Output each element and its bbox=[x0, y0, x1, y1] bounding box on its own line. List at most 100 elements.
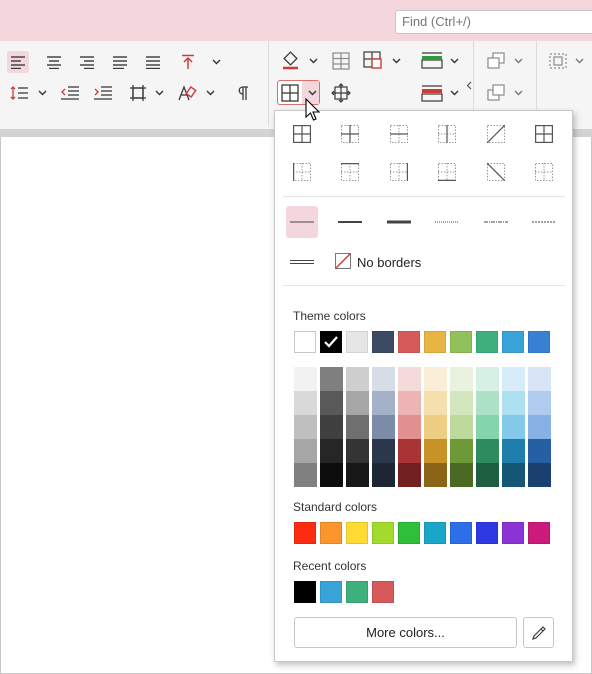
theme-shade-swatch[interactable] bbox=[424, 463, 447, 487]
theme-shade-swatch[interactable] bbox=[372, 439, 395, 463]
theme-shade-swatch[interactable] bbox=[476, 367, 499, 391]
chevron-down-icon[interactable] bbox=[211, 51, 221, 73]
text-direction-up-icon[interactable] bbox=[177, 51, 199, 73]
theme-shade-swatch[interactable] bbox=[528, 439, 551, 463]
chevron-down-icon[interactable] bbox=[574, 50, 584, 72]
theme-color-swatch[interactable] bbox=[398, 331, 420, 353]
line-style-medium[interactable] bbox=[334, 206, 366, 238]
chevron-down-icon[interactable] bbox=[205, 82, 215, 104]
move-table-icon[interactable] bbox=[330, 82, 352, 104]
line-style-double[interactable] bbox=[286, 246, 318, 278]
no-borders-icon[interactable] bbox=[335, 253, 351, 269]
theme-shade-swatch[interactable] bbox=[424, 439, 447, 463]
theme-shade-swatch[interactable] bbox=[502, 367, 525, 391]
line-spacing-icon[interactable] bbox=[8, 82, 30, 104]
more-colors-button[interactable]: More colors... bbox=[294, 617, 517, 648]
theme-shade-swatch[interactable] bbox=[450, 439, 473, 463]
chevron-down-icon[interactable] bbox=[154, 82, 164, 104]
theme-color-swatch[interactable] bbox=[294, 331, 316, 353]
theme-color-swatch[interactable] bbox=[502, 331, 524, 353]
theme-shade-swatch[interactable] bbox=[294, 391, 317, 415]
chevron-down-icon[interactable] bbox=[449, 82, 459, 104]
theme-shade-swatch[interactable] bbox=[398, 463, 421, 487]
no-grid-option[interactable] bbox=[535, 163, 553, 181]
chevron-down-icon[interactable] bbox=[308, 50, 318, 72]
theme-shade-swatch[interactable] bbox=[398, 415, 421, 439]
clear-format-icon[interactable] bbox=[176, 82, 198, 104]
theme-shade-swatch[interactable] bbox=[294, 415, 317, 439]
standard-color-swatch[interactable] bbox=[476, 522, 498, 544]
right-border-option[interactable] bbox=[390, 163, 408, 181]
theme-shade-swatch[interactable] bbox=[528, 463, 551, 487]
theme-shade-swatch[interactable] bbox=[450, 463, 473, 487]
standard-color-swatch[interactable] bbox=[372, 522, 394, 544]
no-borders-option[interactable]: No borders bbox=[357, 252, 421, 272]
theme-shade-swatch[interactable] bbox=[372, 367, 395, 391]
justify-icon[interactable] bbox=[109, 51, 131, 73]
theme-shade-swatch[interactable] bbox=[346, 439, 369, 463]
theme-color-swatch[interactable] bbox=[476, 331, 498, 353]
theme-shade-swatch[interactable] bbox=[528, 391, 551, 415]
outside-borders-option[interactable] bbox=[535, 125, 553, 143]
recent-color-swatch[interactable] bbox=[294, 581, 316, 603]
borders-icon[interactable] bbox=[279, 82, 301, 104]
increase-indent-icon[interactable] bbox=[92, 82, 114, 104]
distribute-icon[interactable] bbox=[142, 51, 164, 73]
theme-shade-swatch[interactable] bbox=[320, 415, 343, 439]
line-style-dash-dot[interactable] bbox=[480, 206, 512, 238]
theme-shade-swatch[interactable] bbox=[346, 391, 369, 415]
table-grid-icon[interactable] bbox=[330, 50, 352, 72]
theme-shade-swatch[interactable] bbox=[398, 391, 421, 415]
theme-color-swatch[interactable] bbox=[424, 331, 446, 353]
inside-horizontal-option[interactable] bbox=[390, 125, 408, 143]
theme-color-swatch[interactable] bbox=[450, 331, 472, 353]
align-left-icon[interactable] bbox=[7, 51, 29, 73]
standard-color-swatch[interactable] bbox=[346, 522, 368, 544]
search-input[interactable]: Find (Ctrl+/) bbox=[395, 10, 592, 34]
theme-color-swatch[interactable] bbox=[320, 331, 342, 353]
standard-color-swatch[interactable] bbox=[398, 522, 420, 544]
line-style-dashed[interactable] bbox=[528, 206, 560, 238]
theme-shade-swatch[interactable] bbox=[346, 463, 369, 487]
theme-shade-swatch[interactable] bbox=[502, 391, 525, 415]
standard-color-swatch[interactable] bbox=[450, 522, 472, 544]
theme-shade-swatch[interactable] bbox=[528, 367, 551, 391]
standard-color-swatch[interactable] bbox=[528, 522, 550, 544]
align-center-icon[interactable] bbox=[43, 51, 65, 73]
theme-shade-swatch[interactable] bbox=[294, 367, 317, 391]
inside-borders-option[interactable] bbox=[341, 125, 359, 143]
fill-bucket-icon[interactable] bbox=[280, 49, 302, 71]
chevron-down-icon[interactable] bbox=[513, 50, 523, 72]
left-border-option[interactable] bbox=[293, 163, 311, 181]
theme-shade-swatch[interactable] bbox=[424, 391, 447, 415]
theme-shade-swatch[interactable] bbox=[320, 463, 343, 487]
theme-shade-swatch[interactable] bbox=[424, 415, 447, 439]
collapse-icon[interactable] bbox=[464, 74, 474, 96]
standard-color-swatch[interactable] bbox=[424, 522, 446, 544]
paragraph-mark-icon[interactable] bbox=[232, 82, 254, 104]
theme-shade-swatch[interactable] bbox=[320, 439, 343, 463]
theme-color-swatch[interactable] bbox=[346, 331, 368, 353]
theme-shade-swatch[interactable] bbox=[372, 415, 395, 439]
theme-shade-swatch[interactable] bbox=[398, 439, 421, 463]
theme-shade-swatch[interactable] bbox=[320, 367, 343, 391]
arrange-icon[interactable] bbox=[485, 50, 507, 72]
theme-shade-swatch[interactable] bbox=[346, 415, 369, 439]
insert-row-icon[interactable] bbox=[421, 49, 443, 71]
theme-shade-swatch[interactable] bbox=[476, 415, 499, 439]
theme-shade-swatch[interactable] bbox=[502, 439, 525, 463]
theme-shade-swatch[interactable] bbox=[502, 463, 525, 487]
inside-vertical-option[interactable] bbox=[438, 125, 456, 143]
decrease-indent-icon[interactable] bbox=[59, 82, 81, 104]
theme-shade-swatch[interactable] bbox=[476, 463, 499, 487]
theme-shade-swatch[interactable] bbox=[372, 463, 395, 487]
diagonal-down-option[interactable] bbox=[486, 124, 506, 144]
standard-color-swatch[interactable] bbox=[294, 522, 316, 544]
cell-margins-icon[interactable] bbox=[127, 82, 149, 104]
eyedropper-button[interactable] bbox=[523, 617, 554, 648]
theme-shade-swatch[interactable] bbox=[294, 439, 317, 463]
merge-cells-icon[interactable] bbox=[362, 49, 384, 71]
theme-shade-swatch[interactable] bbox=[528, 415, 551, 439]
chevron-down-icon[interactable] bbox=[391, 50, 401, 72]
line-style-dotted[interactable] bbox=[431, 206, 463, 238]
